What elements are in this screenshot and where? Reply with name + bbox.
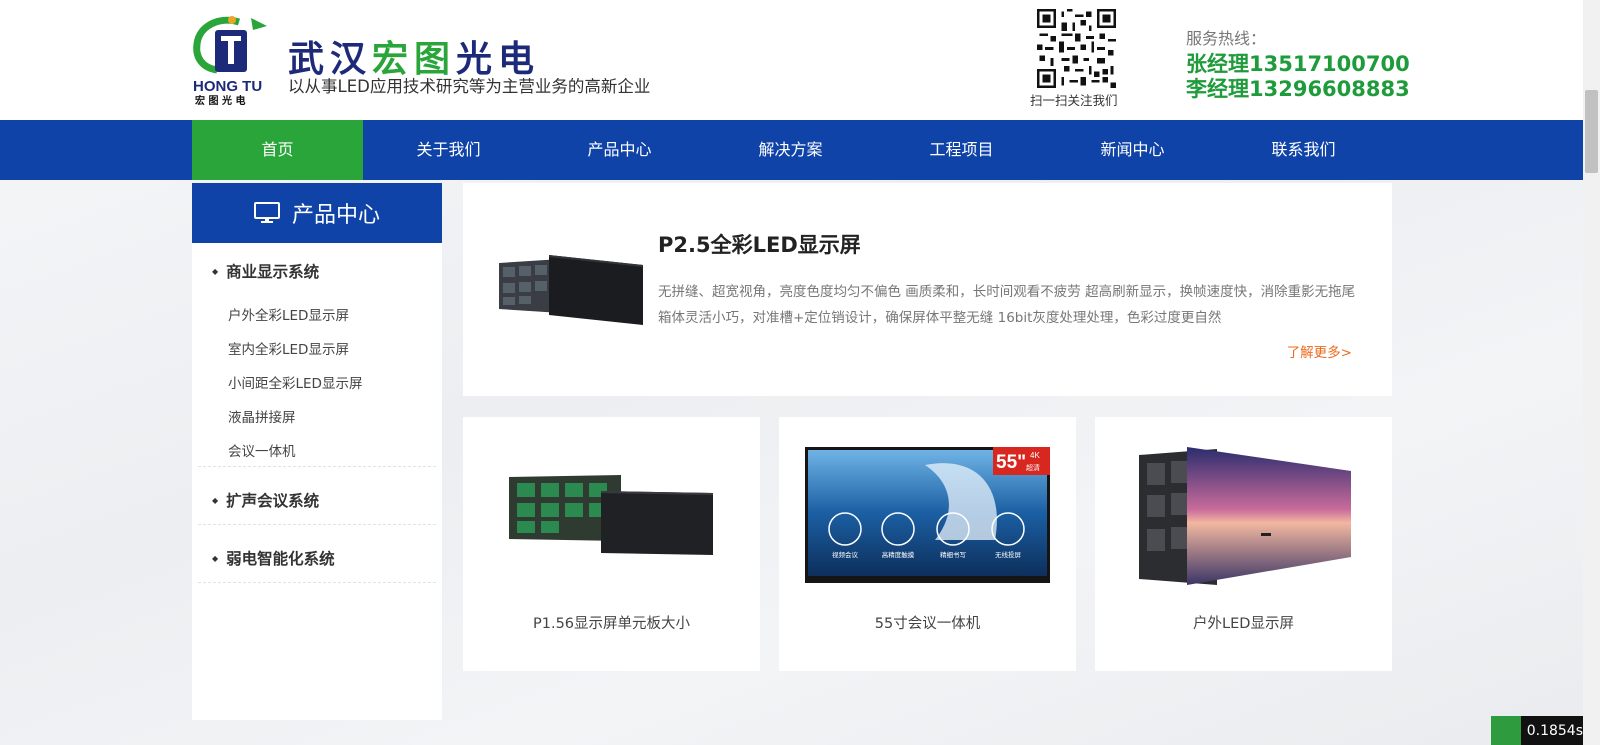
company-slogan: 以从事LED应用技术研究等为主营业务的高新企业 — [288, 77, 651, 96]
qr-caption: 扫一扫关注我们 — [1030, 93, 1118, 108]
product-card-label: P1.56显示屏单元板大小 — [532, 616, 691, 632]
main-nav: 首页 关于我们 产品中心 解决方案 工程项目 新闻中心 联系我们 — [0, 120, 1583, 180]
sidebar-category-weak-current[interactable]: 弱电智能化系统 — [212, 547, 335, 569]
led-module-image — [509, 475, 713, 555]
sidebar-item-indoor-led[interactable]: 室内全彩LED显示屏 — [228, 338, 349, 358]
svg-text:无线投屏: 无线投屏 — [995, 550, 1022, 559]
conference-display-image: 55" 4K 超清 视频会议 高精度触摸 精细书写 无线投屏 — [805, 447, 1050, 583]
nav-item-home[interactable]: 首页 — [192, 120, 363, 180]
product-card[interactable]: P1.56显示屏单元板大小 — [463, 417, 760, 671]
hotline-label: 服务热线： — [1186, 29, 1267, 48]
scrollbar-thumb[interactable] — [1585, 90, 1598, 173]
monitor-icon — [253, 202, 280, 223]
site-header: HONG TU 宏 图 光 电 武汉宏图光电 以从事LED应用技术研究等为主营业… — [0, 0, 1583, 120]
featured-product-description: 无拼缝、超宽视角，亮度色度均匀不偏色 画质柔和，长时间观看不疲劳 超高刷新显示，… — [658, 284, 1356, 326]
nav-item-news[interactable]: 新闻中心 — [1047, 120, 1218, 180]
leaf-icon — [1491, 716, 1521, 745]
svg-text:视频会议: 视频会议 — [832, 550, 859, 559]
svg-text:高精度触摸: 高精度触摸 — [882, 550, 915, 559]
svg-text:4K: 4K — [1030, 451, 1040, 460]
svg-text:超清: 超清 — [1026, 463, 1040, 472]
sidebar-item-lcd-splicing[interactable]: 液晶拼接屏 — [228, 406, 296, 426]
nav-item-projects[interactable]: 工程项目 — [876, 120, 1047, 180]
sidebar-title: 产品中心 — [291, 203, 380, 228]
page-scrollbar[interactable] — [1583, 0, 1600, 745]
nav-item-products[interactable]: 产品中心 — [534, 120, 705, 180]
sidebar-item-conference-all-in-one[interactable]: 会议一体机 — [228, 440, 296, 460]
nav-item-contact[interactable]: 联系我们 — [1218, 120, 1389, 180]
sidebar-item-fine-pitch-led[interactable]: 小间距全彩LED显示屏 — [228, 372, 362, 392]
featured-product: P2.5全彩LED显示屏 无拼缝、超宽视角，亮度色度均匀不偏色 画质柔和，长时间… — [463, 183, 1392, 396]
sidebar-category-commercial-display[interactable]: 商业显示系统 — [212, 260, 319, 282]
svg-text:55": 55" — [996, 452, 1026, 473]
learn-more-link[interactable]: 了解更多> — [1287, 341, 1352, 361]
featured-product-title[interactable]: P2.5全彩LED显示屏 — [658, 229, 861, 259]
product-card-label: 户外LED显示屏 — [1193, 616, 1294, 632]
product-card-label: 55寸会议一体机 — [874, 616, 981, 632]
sidebar-header: 产品中心 — [192, 183, 442, 243]
load-time-value: 0.1854s — [1526, 722, 1583, 739]
product-card[interactable]: 户外LED显示屏 — [1095, 417, 1392, 671]
product-card[interactable]: 55" 4K 超清 视频会议 高精度触摸 精细书写 无线投屏 55寸会议一体机 — [779, 417, 1076, 671]
sidebar-item-outdoor-led[interactable]: 户外全彩LED显示屏 — [228, 304, 349, 324]
featured-product-image[interactable] — [493, 235, 643, 335]
svg-text:HONG TU: HONG TU — [193, 78, 262, 95]
hongtu-logo-icon[interactable]: HONG TU 宏 图 光 电 — [191, 12, 273, 106]
product-sidebar: 产品中心 商业显示系统 户外全彩LED显示屏 室内全彩LED显示屏 小间距全彩L… — [192, 183, 442, 720]
sidebar-divider — [198, 582, 436, 583]
hotline-number-2: 李经理13296608883 — [1186, 77, 1410, 101]
sidebar-divider — [198, 524, 436, 525]
load-time-badge: 0.1854s — [1491, 716, 1583, 745]
nav-item-solutions[interactable]: 解决方案 — [705, 120, 876, 180]
svg-text:宏 图 光 电: 宏 图 光 电 — [195, 94, 245, 106]
nav-item-about[interactable]: 关于我们 — [363, 120, 534, 180]
qr-code-icon — [1037, 9, 1116, 88]
sidebar-category-audio-conference[interactable]: 扩声会议系统 — [212, 489, 319, 511]
sidebar-divider — [198, 466, 436, 467]
outdoor-led-display-image — [1139, 447, 1351, 585]
svg-text:精细书写: 精细书写 — [940, 550, 966, 559]
